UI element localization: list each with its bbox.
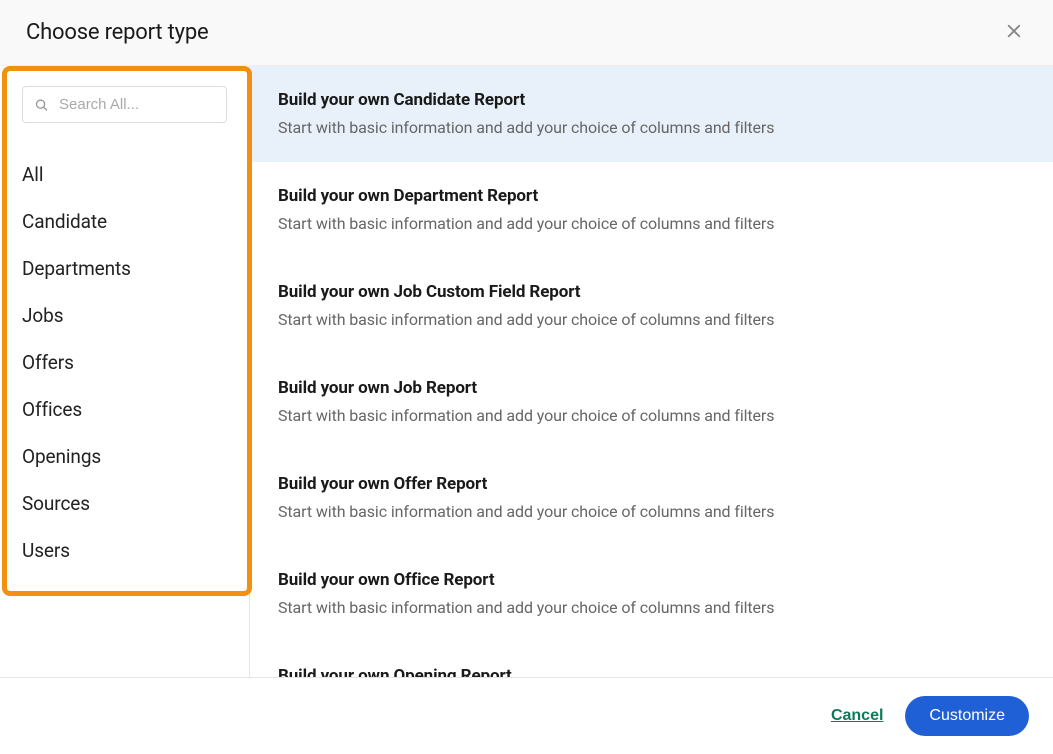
report-title: Build your own Opening Report — [278, 666, 1025, 677]
report-description: Start with basic information and add you… — [278, 406, 1025, 425]
report-title: Build your own Office Report — [278, 570, 1025, 590]
close-icon — [1005, 22, 1023, 43]
category-item[interactable]: Offers — [22, 339, 227, 386]
modal-header: Choose report type — [0, 0, 1053, 66]
category-item[interactable]: Openings — [22, 433, 227, 480]
search-input[interactable] — [22, 86, 227, 123]
search-icon — [34, 97, 49, 112]
customize-button[interactable]: Customize — [905, 696, 1029, 736]
report-title: Build your own Job Report — [278, 378, 1025, 398]
close-button[interactable] — [1001, 18, 1027, 47]
category-item[interactable]: Departments — [22, 245, 227, 292]
category-item[interactable]: Offices — [22, 386, 227, 433]
sidebar: AllCandidateDepartmentsJobsOffersOffices… — [0, 66, 250, 677]
report-item[interactable]: Build your own Candidate Report Start wit… — [250, 66, 1053, 162]
report-title: Build your own Job Custom Field Report — [278, 282, 1025, 302]
report-title: Build your own Department Report — [278, 186, 1025, 206]
report-description: Start with basic information and add you… — [278, 118, 1025, 137]
report-description: Start with basic information and add you… — [278, 502, 1025, 521]
report-item[interactable]: Build your own Opening ReportStart with … — [250, 642, 1053, 677]
report-title: Build your own Offer Report — [278, 474, 1025, 494]
modal-footer: Cancel Customize — [0, 677, 1053, 754]
report-title: Build your own Candidate Report — [278, 90, 1025, 110]
cancel-button[interactable]: Cancel — [831, 707, 883, 725]
report-item[interactable]: Build your own Office Report Start with b… — [250, 546, 1053, 642]
category-item[interactable]: Sources — [22, 480, 227, 527]
category-item[interactable]: Jobs — [22, 292, 227, 339]
report-description: Start with basic information and add you… — [278, 310, 1025, 329]
modal-body: AllCandidateDepartmentsJobsOffersOffices… — [0, 66, 1053, 677]
modal-title: Choose report type — [26, 20, 209, 45]
report-item[interactable]: Build your own Department Report Start wi… — [250, 162, 1053, 258]
category-item[interactable]: All — [22, 151, 227, 198]
category-item[interactable]: Users — [22, 527, 227, 574]
category-list: AllCandidateDepartmentsJobsOffersOffices… — [22, 151, 227, 574]
report-list[interactable]: Build your own Candidate Report Start wit… — [250, 66, 1053, 677]
category-item[interactable]: Candidate — [22, 198, 227, 245]
report-description: Start with basic information and add you… — [278, 214, 1025, 233]
report-item[interactable]: Build your own Job Report Start with basi… — [250, 354, 1053, 450]
choose-report-modal: Choose report type AllC — [0, 0, 1053, 754]
report-description: Start with basic information and add you… — [278, 598, 1025, 617]
report-item[interactable]: Build your own Job Custom Field Report St… — [250, 258, 1053, 354]
report-item[interactable]: Build your own Offer Report Start with ba… — [250, 450, 1053, 546]
search-field-wrapper — [22, 86, 227, 123]
